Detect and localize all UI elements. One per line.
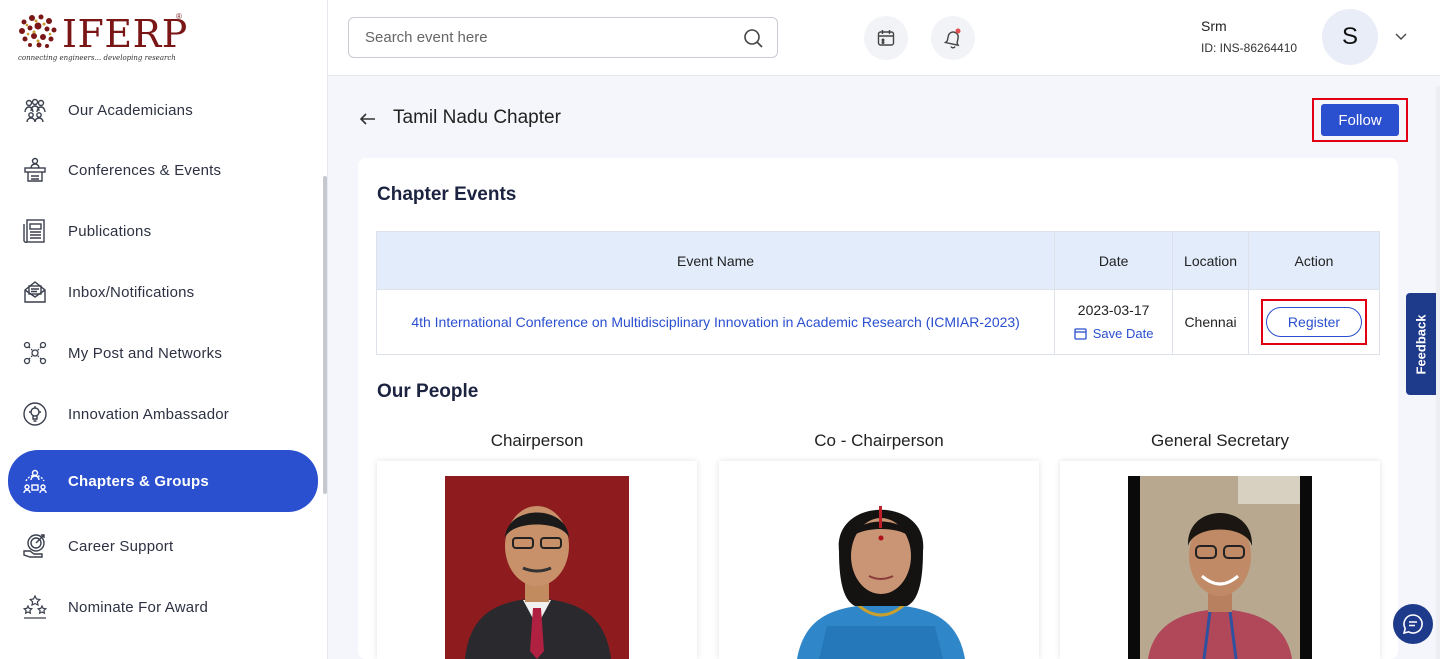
event-date: 2023-03-17 xyxy=(1077,301,1150,318)
sidebar-item-label: Innovation Ambassador xyxy=(68,405,229,423)
sidebar-item-nominate-award[interactable]: Nominate For Award xyxy=(8,579,318,635)
events-table: Event Name Date Location Action 4th Inte… xyxy=(375,231,1380,355)
sidebar-item-label: Conferences & Events xyxy=(68,161,222,179)
search-input[interactable]: Search event here xyxy=(365,29,741,46)
event-name-cell: 4th International Conference on Multidis… xyxy=(375,289,1056,355)
sidebar-item-label: Inbox/Notifications xyxy=(68,283,195,301)
feedback-label: Feedback xyxy=(1413,314,1429,374)
search-box[interactable]: Search event here xyxy=(348,17,778,58)
register-highlight: Register xyxy=(1261,299,1367,345)
role-chairperson: Chairperson xyxy=(490,431,584,450)
table-header-row: Event Name Date Location Action xyxy=(375,231,1380,290)
back-arrow-icon[interactable] xyxy=(358,109,378,129)
role-co-chairperson: Co - Chairperson xyxy=(814,431,944,450)
feedback-tab[interactable]: Feedback xyxy=(1406,293,1436,395)
calendar-icon xyxy=(877,30,895,46)
sidebar-item-publications[interactable]: Publications xyxy=(8,203,318,259)
save-date-label: Save Date xyxy=(1092,325,1154,341)
sidebar-item-label: My Post and Networks xyxy=(68,344,223,362)
sidebar-item-inbox-notifications[interactable]: Inbox/Notifications xyxy=(8,264,318,320)
chapters-icon xyxy=(22,468,48,494)
sidebar-item-label: Our Academicians xyxy=(68,101,193,119)
page-scrollbar[interactable] xyxy=(1436,86,1440,659)
event-action-cell: Register xyxy=(1248,289,1380,355)
sidebar-item-our-academicians[interactable]: Our Academicians xyxy=(8,82,318,138)
calendar-button[interactable] xyxy=(864,16,908,60)
chapter-events-title: Chapter Events xyxy=(377,184,517,205)
user-name: Srm xyxy=(1201,18,1227,34)
search-icon[interactable] xyxy=(741,26,765,50)
follow-highlight: Follow xyxy=(1312,98,1408,142)
page-title: Tamil Nadu Chapter xyxy=(393,107,561,128)
conference-icon xyxy=(22,157,48,183)
sidebar-item-innovation-ambassador[interactable]: Innovation Ambassador xyxy=(8,386,318,442)
career-icon xyxy=(22,533,48,559)
col-location: Location xyxy=(1172,231,1249,290)
chat-icon xyxy=(1402,614,1423,635)
sidebar-scrollbar[interactable] xyxy=(323,176,327,494)
avatar[interactable]: S xyxy=(1322,9,1378,65)
sidebar-item-label: Publications xyxy=(68,222,152,240)
network-icon xyxy=(22,340,48,366)
follow-button[interactable]: Follow xyxy=(1321,104,1399,136)
logo-globe-icon xyxy=(19,14,57,48)
event-date-cell: 2023-03-17 Save Date xyxy=(1054,289,1174,355)
notifications-button[interactable] xyxy=(931,16,975,60)
innovation-icon xyxy=(22,401,48,427)
chevron-down-icon[interactable] xyxy=(1392,27,1410,45)
sidebar-item-my-post-networks[interactable]: My Post and Networks xyxy=(8,325,318,381)
general-secretary-photo xyxy=(1128,476,1312,659)
col-action: Action xyxy=(1248,231,1380,290)
chat-button[interactable] xyxy=(1393,604,1433,644)
role-general-secretary: General Secretary xyxy=(1151,431,1289,450)
event-location-cell: Chennai xyxy=(1172,289,1249,355)
person-card-co-chairperson[interactable] xyxy=(719,461,1039,659)
chairperson-photo xyxy=(445,476,629,659)
co-chairperson-photo xyxy=(797,476,965,659)
event-name-link[interactable]: 4th International Conference on Multidis… xyxy=(411,314,1020,330)
award-icon xyxy=(22,594,48,620)
table-row: 4th International Conference on Multidis… xyxy=(375,289,1380,355)
col-date: Date xyxy=(1054,231,1174,290)
bell-icon xyxy=(943,28,961,49)
academicians-icon xyxy=(22,97,48,123)
sidebar-item-label: Chapters & Groups xyxy=(68,472,209,490)
publications-icon xyxy=(22,218,48,244)
sidebar-item-label: Career Support xyxy=(68,537,174,555)
person-card-chairperson[interactable] xyxy=(377,461,697,659)
inbox-icon xyxy=(22,279,48,305)
logo-reg-mark: ® xyxy=(176,12,182,21)
person-card-general-secretary[interactable] xyxy=(1060,461,1380,659)
top-header: Search event here Srm ID: INS-86264410 S xyxy=(328,0,1440,76)
sidebar-item-label: Nominate For Award xyxy=(68,598,209,616)
sidebar-item-chapters-groups[interactable]: Chapters & Groups xyxy=(8,450,318,512)
user-id: ID: INS-86264410 xyxy=(1201,41,1298,55)
save-date-link[interactable]: Save Date xyxy=(1074,325,1154,341)
sidebar: IFERP ® connecting engineers... developi… xyxy=(0,0,328,659)
register-button[interactable]: Register xyxy=(1266,307,1362,337)
iferp-logo[interactable]: IFERP ® connecting engineers... developi… xyxy=(14,10,214,70)
calendar-icon xyxy=(1074,327,1087,340)
our-people-title: Our People xyxy=(377,381,479,402)
col-event-name: Event Name xyxy=(375,231,1056,290)
logo-text: IFERP xyxy=(62,12,188,56)
logo-tagline: connecting engineers... developing resea… xyxy=(18,54,176,62)
sidebar-item-conferences-events[interactable]: Conferences & Events xyxy=(8,142,318,198)
sidebar-item-career-support[interactable]: Career Support xyxy=(8,518,318,574)
